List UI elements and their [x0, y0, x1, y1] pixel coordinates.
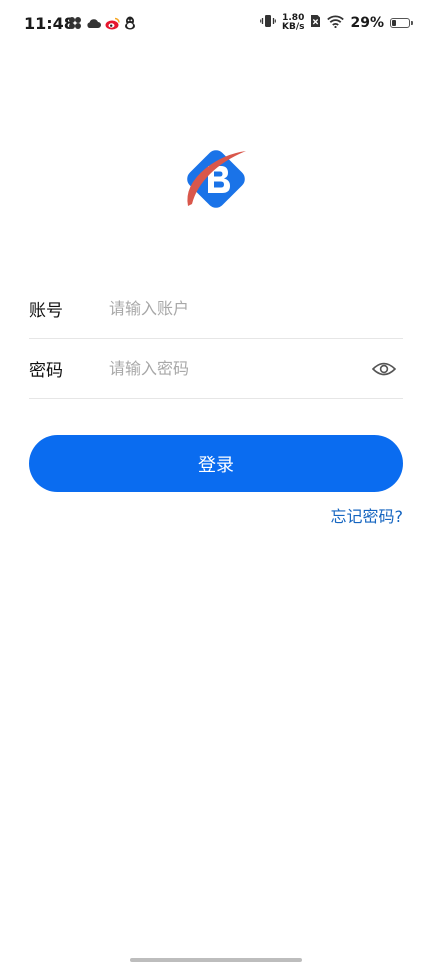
login-form: 账号 密码 — [29, 279, 403, 399]
cloud-icon — [86, 17, 101, 29]
status-bar: 11:48 1.80 KB/s 29% — [0, 0, 432, 50]
password-input[interactable] — [109, 353, 371, 384]
system-status: 1.80 KB/s 29% — [260, 14, 413, 32]
app-logo — [182, 144, 250, 214]
account-row: 账号 — [29, 279, 403, 339]
battery-level — [392, 20, 397, 26]
battery-icon — [390, 18, 413, 28]
battery-percent: 29% — [350, 15, 384, 31]
pinwheel-icon — [68, 16, 82, 30]
notification-icons — [68, 16, 136, 30]
network-speed-unit: KB/s — [282, 22, 305, 32]
password-row: 密码 — [29, 339, 403, 399]
login-button[interactable]: 登录 — [29, 435, 403, 492]
sim-off-icon — [310, 14, 321, 32]
account-input[interactable] — [109, 293, 403, 324]
qq-penguin-icon — [124, 16, 136, 30]
eye-icon — [372, 362, 396, 375]
password-visibility-toggle[interactable] — [371, 356, 397, 382]
home-indicator[interactable] — [130, 958, 302, 962]
network-speed: 1.80 KB/s — [282, 14, 304, 32]
wifi-icon — [327, 15, 345, 32]
password-label: 密码 — [29, 361, 63, 381]
vibrate-icon — [260, 14, 276, 32]
weibo-icon — [105, 17, 120, 30]
app-logo-icon — [187, 150, 246, 208]
account-label: 账号 — [29, 301, 63, 321]
forgot-password-link[interactable]: 忘记密码? — [331, 503, 404, 527]
